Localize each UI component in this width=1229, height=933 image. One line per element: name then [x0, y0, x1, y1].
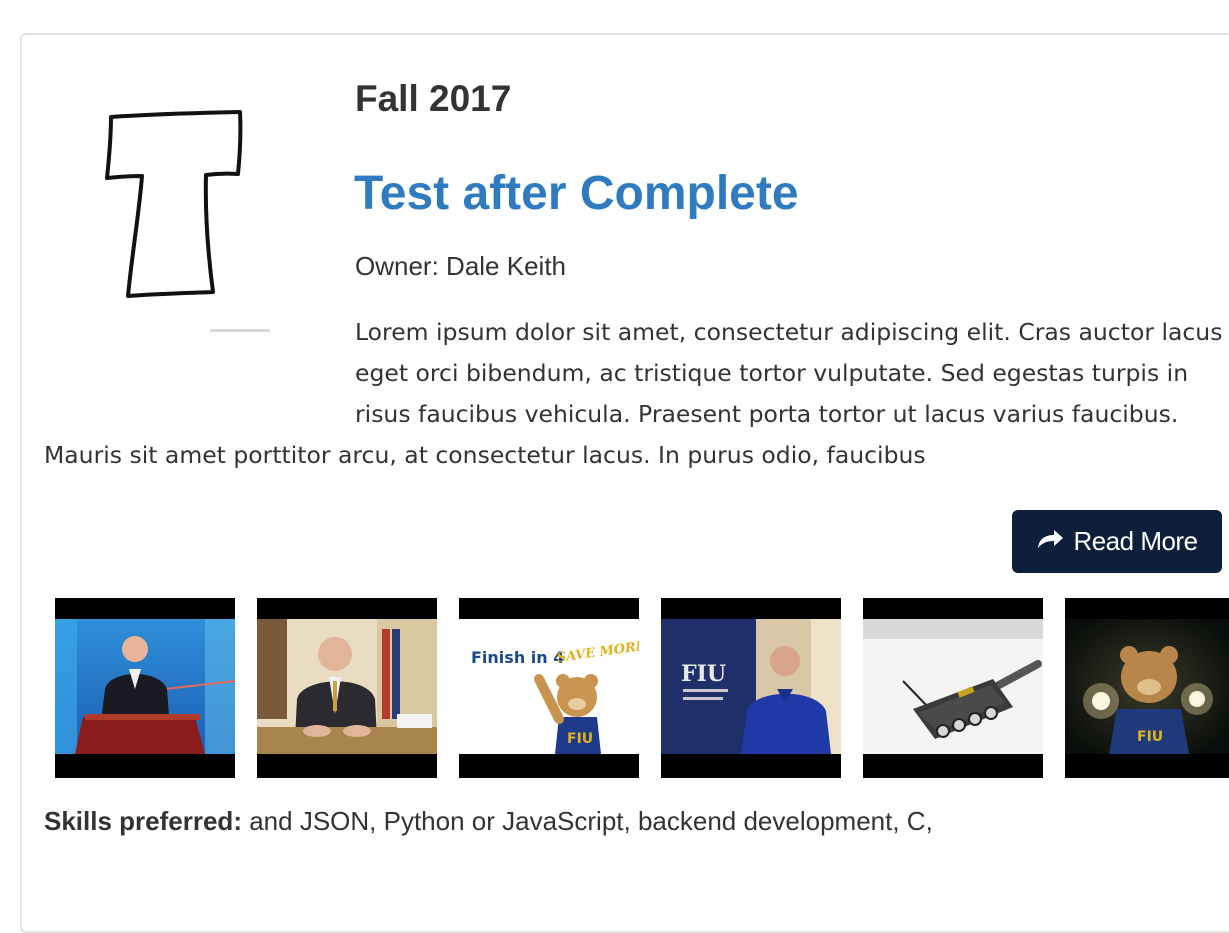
video-thumbnail-speaker-podium[interactable] — [55, 598, 235, 778]
owner-label: Owner: — [355, 251, 439, 281]
project-title-link[interactable]: Test after Complete — [354, 166, 799, 221]
video-thumbnail-fiu-interview[interactable]: FIU — [661, 598, 841, 778]
video-thumbnail-robot-device[interactable] — [863, 598, 1043, 778]
skills-label: Skills preferred: — [44, 806, 242, 836]
finish-in-4-text: Finish in 4 — [471, 648, 564, 667]
project-logo-icon — [100, 104, 250, 304]
project-description: Lorem ipsum dolor sit amet, consectetur … — [44, 312, 1224, 495]
video-thumbnail-official-desk[interactable] — [257, 598, 437, 778]
video-thumbnail-mascot[interactable]: FIU — [1065, 598, 1229, 778]
video-thumbnail-finish-in-4[interactable]: Finish in 4 SAVE MORE FIU — [459, 598, 639, 778]
svg-text:FIU: FIU — [567, 731, 593, 747]
video-thumbnail-strip: Finish in 4 SAVE MORE FIU FIU FIU — [55, 598, 1229, 778]
owner-name: Dale Keith — [446, 251, 567, 281]
mascot-fiu-text: FIU — [1137, 729, 1163, 745]
share-arrow-icon — [1036, 526, 1064, 557]
skills-value: and JSON, Python or JavaScript, backend … — [249, 806, 933, 836]
read-more-button[interactable]: Read More — [1012, 510, 1222, 573]
fiu-banner-text: FIU — [681, 661, 726, 687]
description-fade — [44, 465, 1224, 495]
read-more-label: Read More — [1073, 526, 1198, 556]
project-term: Fall 2017 — [355, 78, 512, 119]
description-float-spacer — [44, 312, 355, 398]
skills-preferred: Skills preferred: and JSON, Python or Ja… — [44, 806, 933, 837]
project-owner: Owner: Dale Keith — [355, 251, 566, 282]
